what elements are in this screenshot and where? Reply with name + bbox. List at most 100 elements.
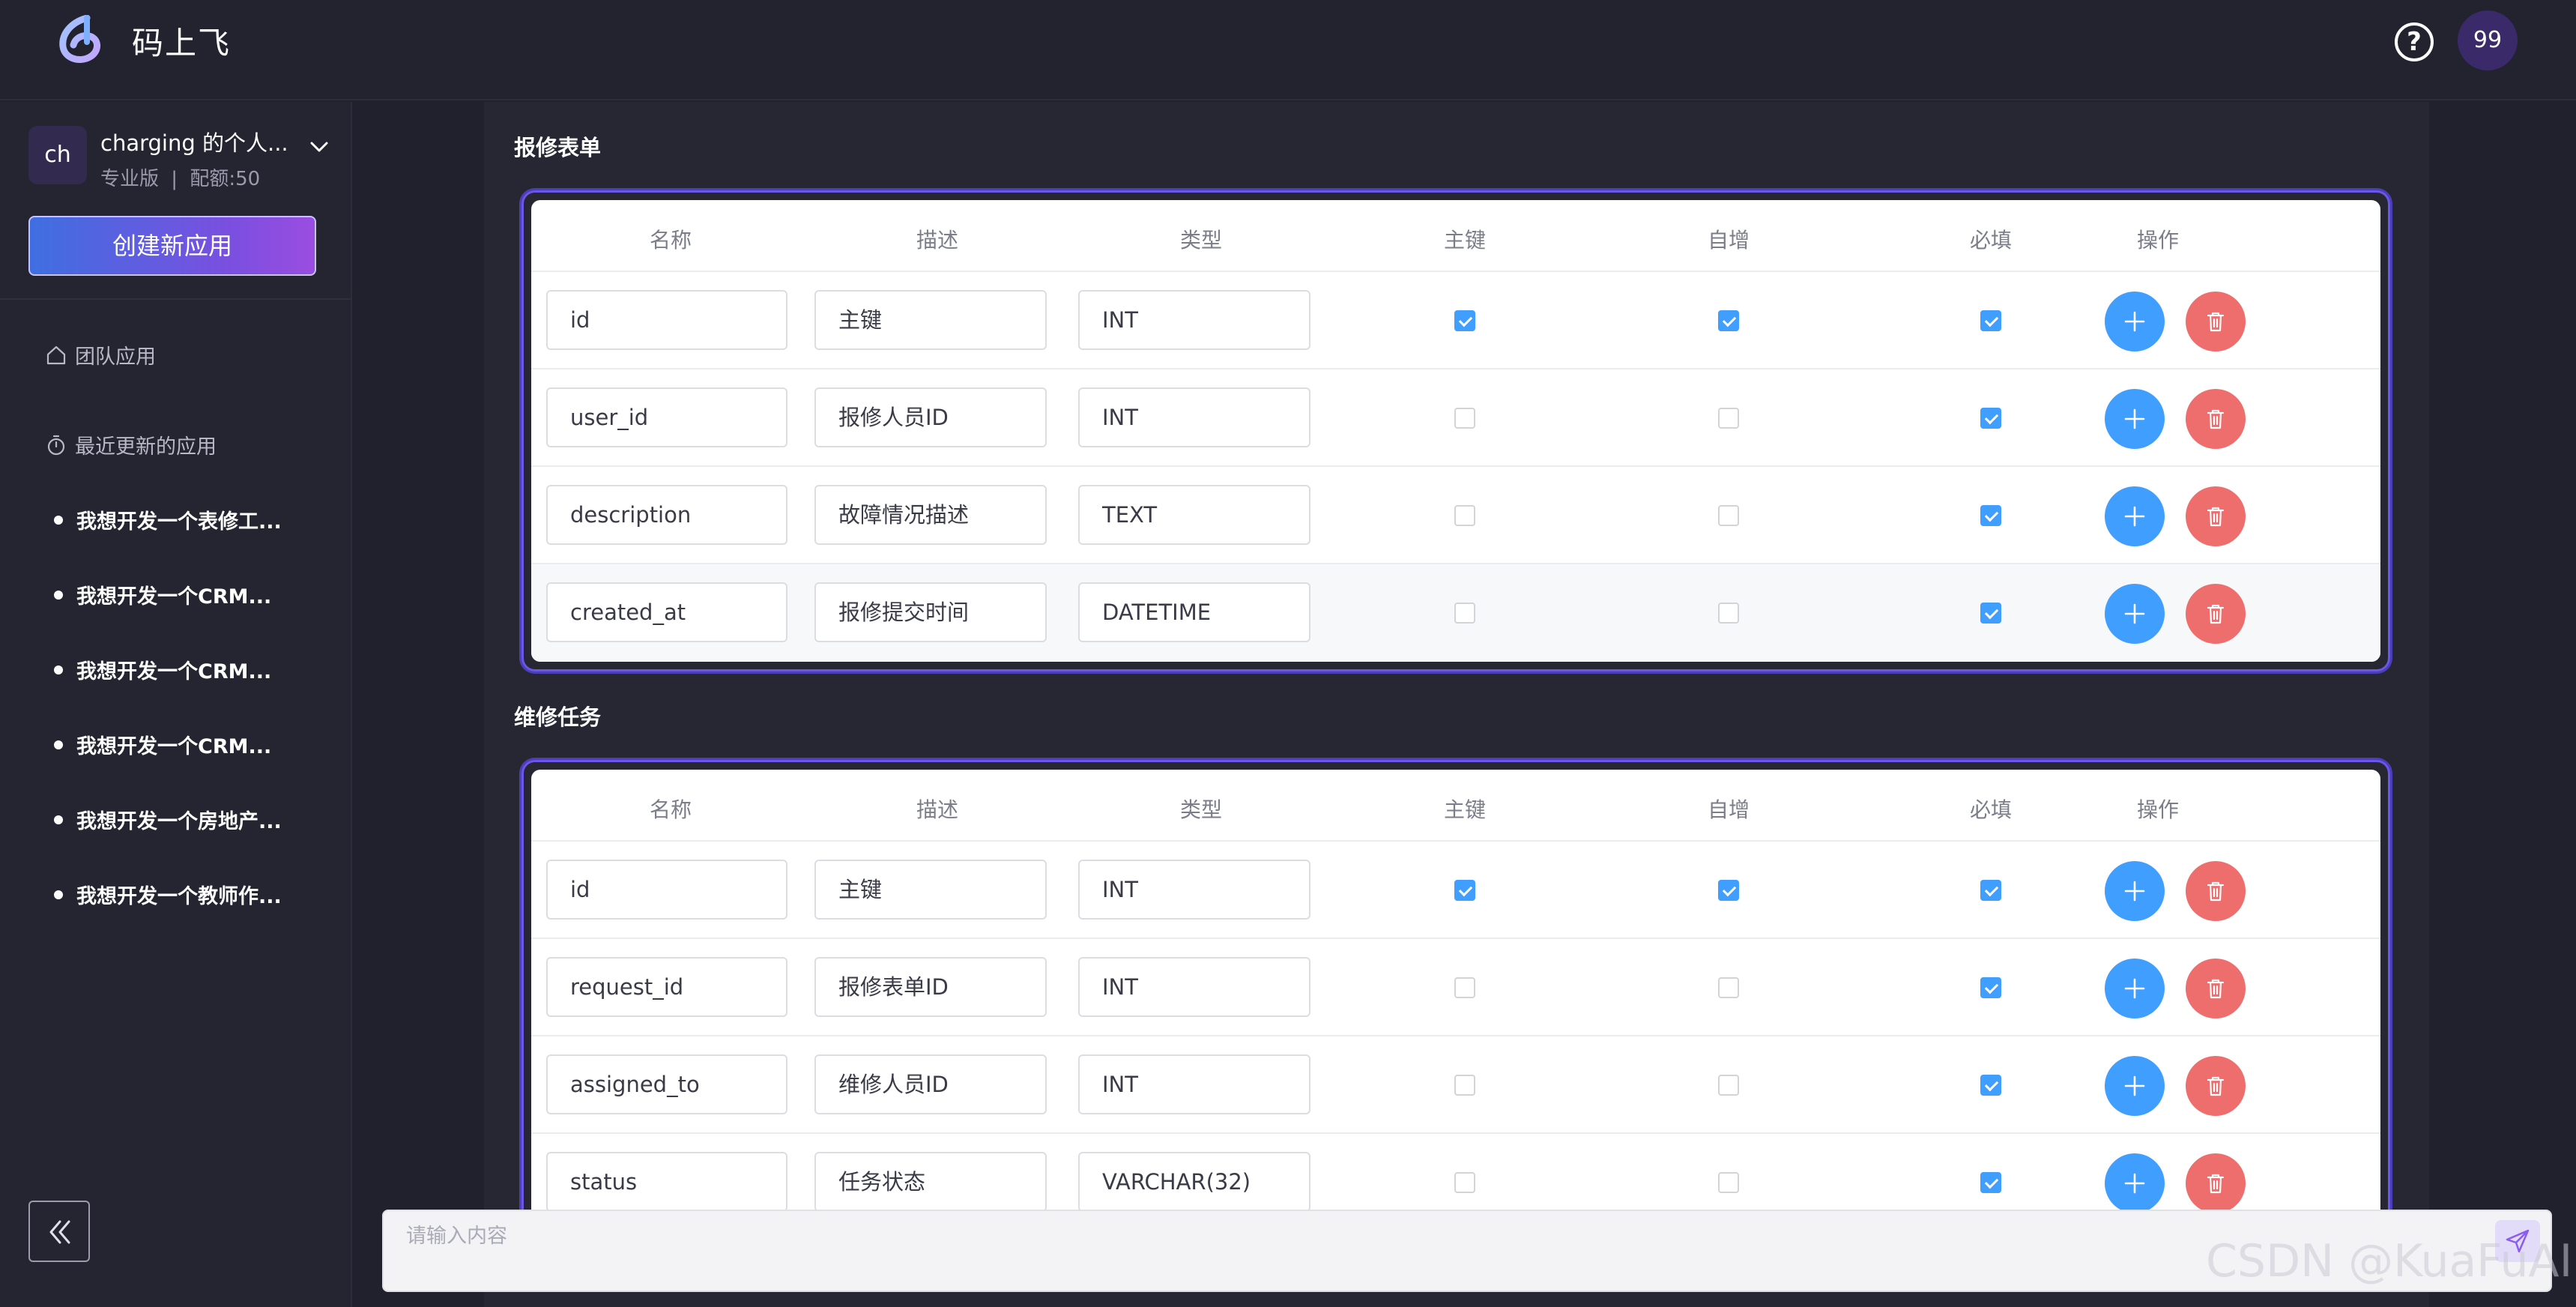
field-desc-input[interactable]: 维修人员ID bbox=[814, 1054, 1047, 1114]
sidebar-item-label: 最近更新的应用 bbox=[75, 435, 217, 459]
add-row-button[interactable] bbox=[2105, 959, 2165, 1018]
add-row-button[interactable] bbox=[2105, 1056, 2165, 1116]
recent-app-label: 我想开发一个教师作... bbox=[76, 885, 282, 908]
field-desc-input[interactable]: 报修提交时间 bbox=[814, 582, 1047, 642]
field-name-input[interactable]: assigned_to bbox=[546, 1054, 787, 1114]
field-name-input[interactable]: description bbox=[546, 485, 787, 545]
plus-icon bbox=[2124, 408, 2145, 429]
sidebar-item-team-apps[interactable]: 团队应用 bbox=[45, 340, 156, 369]
required-checkbox[interactable] bbox=[1980, 310, 2001, 331]
auto-increment-checkbox[interactable] bbox=[1718, 408, 1739, 429]
field-name-input[interactable]: request_id bbox=[546, 957, 787, 1017]
auto-increment-checkbox[interactable] bbox=[1718, 880, 1739, 901]
delete-row-button[interactable] bbox=[2186, 1153, 2246, 1213]
top-bar: 码上飞 ? 99 bbox=[0, 0, 2576, 100]
column-header: 必填 bbox=[1969, 797, 2013, 822]
field-type-input[interactable]: DATETIME bbox=[1078, 582, 1310, 642]
column-header: 操作 bbox=[2136, 228, 2180, 253]
add-row-button[interactable] bbox=[2105, 584, 2165, 644]
add-row-button[interactable] bbox=[2105, 486, 2165, 546]
trash-icon bbox=[2207, 979, 2225, 999]
field-desc-input[interactable]: 任务状态 bbox=[814, 1152, 1047, 1212]
recent-app-item[interactable]: 我想开发一个表修工... bbox=[54, 505, 309, 534]
delete-row-button[interactable] bbox=[2186, 1056, 2246, 1116]
field-name-input[interactable]: id bbox=[546, 290, 787, 350]
field-name-input[interactable]: status bbox=[546, 1152, 787, 1212]
auto-increment-checkbox[interactable] bbox=[1718, 1075, 1739, 1096]
column-header: 名称 bbox=[649, 228, 692, 253]
field-name-input[interactable]: user_id bbox=[546, 387, 787, 447]
primary-key-checkbox[interactable] bbox=[1454, 1075, 1475, 1096]
add-row-button[interactable] bbox=[2105, 292, 2165, 351]
primary-key-checkbox[interactable] bbox=[1454, 408, 1475, 429]
field-desc-input[interactable]: 主键 bbox=[814, 860, 1047, 920]
recent-app-item[interactable]: 我想开发一个CRM... bbox=[54, 655, 309, 684]
chat-input[interactable] bbox=[406, 1217, 2474, 1255]
app-title: 码上飞 bbox=[132, 25, 232, 61]
add-row-button[interactable] bbox=[2105, 1153, 2165, 1213]
field-type-input[interactable]: TEXT bbox=[1078, 485, 1310, 545]
field-desc-input[interactable]: 故障情况描述 bbox=[814, 485, 1047, 545]
recent-app-item[interactable]: 我想开发一个教师作... bbox=[54, 880, 309, 909]
recent-app-label: 我想开发一个CRM... bbox=[76, 735, 272, 758]
plus-icon bbox=[2124, 881, 2145, 902]
required-checkbox[interactable] bbox=[1980, 1075, 2001, 1096]
delete-row-button[interactable] bbox=[2186, 959, 2246, 1018]
field-type-input[interactable]: INT bbox=[1078, 957, 1310, 1017]
bullet-dot bbox=[54, 515, 63, 525]
field-desc-input[interactable]: 报修表单ID bbox=[814, 957, 1047, 1017]
recent-app-item[interactable]: 我想开发一个CRM... bbox=[54, 730, 309, 759]
home-icon bbox=[46, 345, 66, 364]
required-checkbox[interactable] bbox=[1980, 1172, 2001, 1193]
field-type-input[interactable]: INT bbox=[1078, 290, 1310, 350]
primary-key-checkbox[interactable] bbox=[1454, 505, 1475, 526]
required-checkbox[interactable] bbox=[1980, 603, 2001, 624]
recent-app-label: 我想开发一个房地产... bbox=[76, 810, 282, 833]
table-header: 名称 描述 类型 主键 自增 必填 操作 bbox=[531, 770, 2380, 842]
auto-increment-checkbox[interactable] bbox=[1718, 977, 1739, 998]
field-type-input[interactable]: VARCHAR(32) bbox=[1078, 1152, 1310, 1212]
auto-increment-checkbox[interactable] bbox=[1718, 310, 1739, 331]
field-desc-input[interactable]: 报修人员ID bbox=[814, 387, 1047, 447]
user-avatar[interactable]: 99 bbox=[2458, 10, 2518, 70]
field-name-input[interactable]: created_at bbox=[546, 582, 787, 642]
double-chevron-left-icon bbox=[49, 1220, 70, 1244]
primary-key-checkbox[interactable] bbox=[1454, 880, 1475, 901]
field-desc-input[interactable]: 主键 bbox=[814, 290, 1047, 350]
workspace-name[interactable]: charging 的个人... bbox=[100, 126, 288, 157]
chevron-down-icon[interactable] bbox=[306, 133, 333, 160]
auto-increment-checkbox[interactable] bbox=[1718, 505, 1739, 526]
help-icon[interactable]: ? bbox=[2395, 22, 2434, 61]
field-type-input[interactable]: INT bbox=[1078, 1054, 1310, 1114]
delete-row-button[interactable] bbox=[2186, 292, 2246, 351]
required-checkbox[interactable] bbox=[1980, 977, 2001, 998]
field-name-input[interactable]: id bbox=[546, 860, 787, 920]
required-checkbox[interactable] bbox=[1980, 505, 2001, 526]
collapse-sidebar-button[interactable] bbox=[28, 1201, 90, 1262]
primary-key-checkbox[interactable] bbox=[1454, 310, 1475, 331]
table-row: request_id 报修表单ID INT bbox=[531, 939, 2380, 1036]
delete-row-button[interactable] bbox=[2186, 584, 2246, 644]
auto-increment-checkbox[interactable] bbox=[1718, 1172, 1739, 1193]
auto-increment-checkbox[interactable] bbox=[1718, 603, 1739, 624]
delete-row-button[interactable] bbox=[2186, 389, 2246, 449]
required-checkbox[interactable] bbox=[1980, 880, 2001, 901]
recent-app-item[interactable]: 我想开发一个CRM... bbox=[54, 580, 309, 609]
trash-icon bbox=[2207, 604, 2225, 624]
column-header: 描述 bbox=[916, 228, 959, 253]
column-header: 类型 bbox=[1179, 797, 1223, 822]
workspace-avatar[interactable]: ch bbox=[28, 126, 87, 184]
delete-row-button[interactable] bbox=[2186, 486, 2246, 546]
primary-key-checkbox[interactable] bbox=[1454, 603, 1475, 624]
required-checkbox[interactable] bbox=[1980, 408, 2001, 429]
field-type-input[interactable]: INT bbox=[1078, 387, 1310, 447]
field-type-input[interactable]: INT bbox=[1078, 860, 1310, 920]
primary-key-checkbox[interactable] bbox=[1454, 977, 1475, 998]
recent-app-item[interactable]: 我想开发一个房地产... bbox=[54, 805, 309, 834]
add-row-button[interactable] bbox=[2105, 389, 2165, 449]
delete-row-button[interactable] bbox=[2186, 861, 2246, 921]
timer-icon bbox=[47, 435, 65, 455]
primary-key-checkbox[interactable] bbox=[1454, 1172, 1475, 1193]
add-row-button[interactable] bbox=[2105, 861, 2165, 921]
create-app-button[interactable]: 创建新应用 bbox=[28, 216, 316, 276]
